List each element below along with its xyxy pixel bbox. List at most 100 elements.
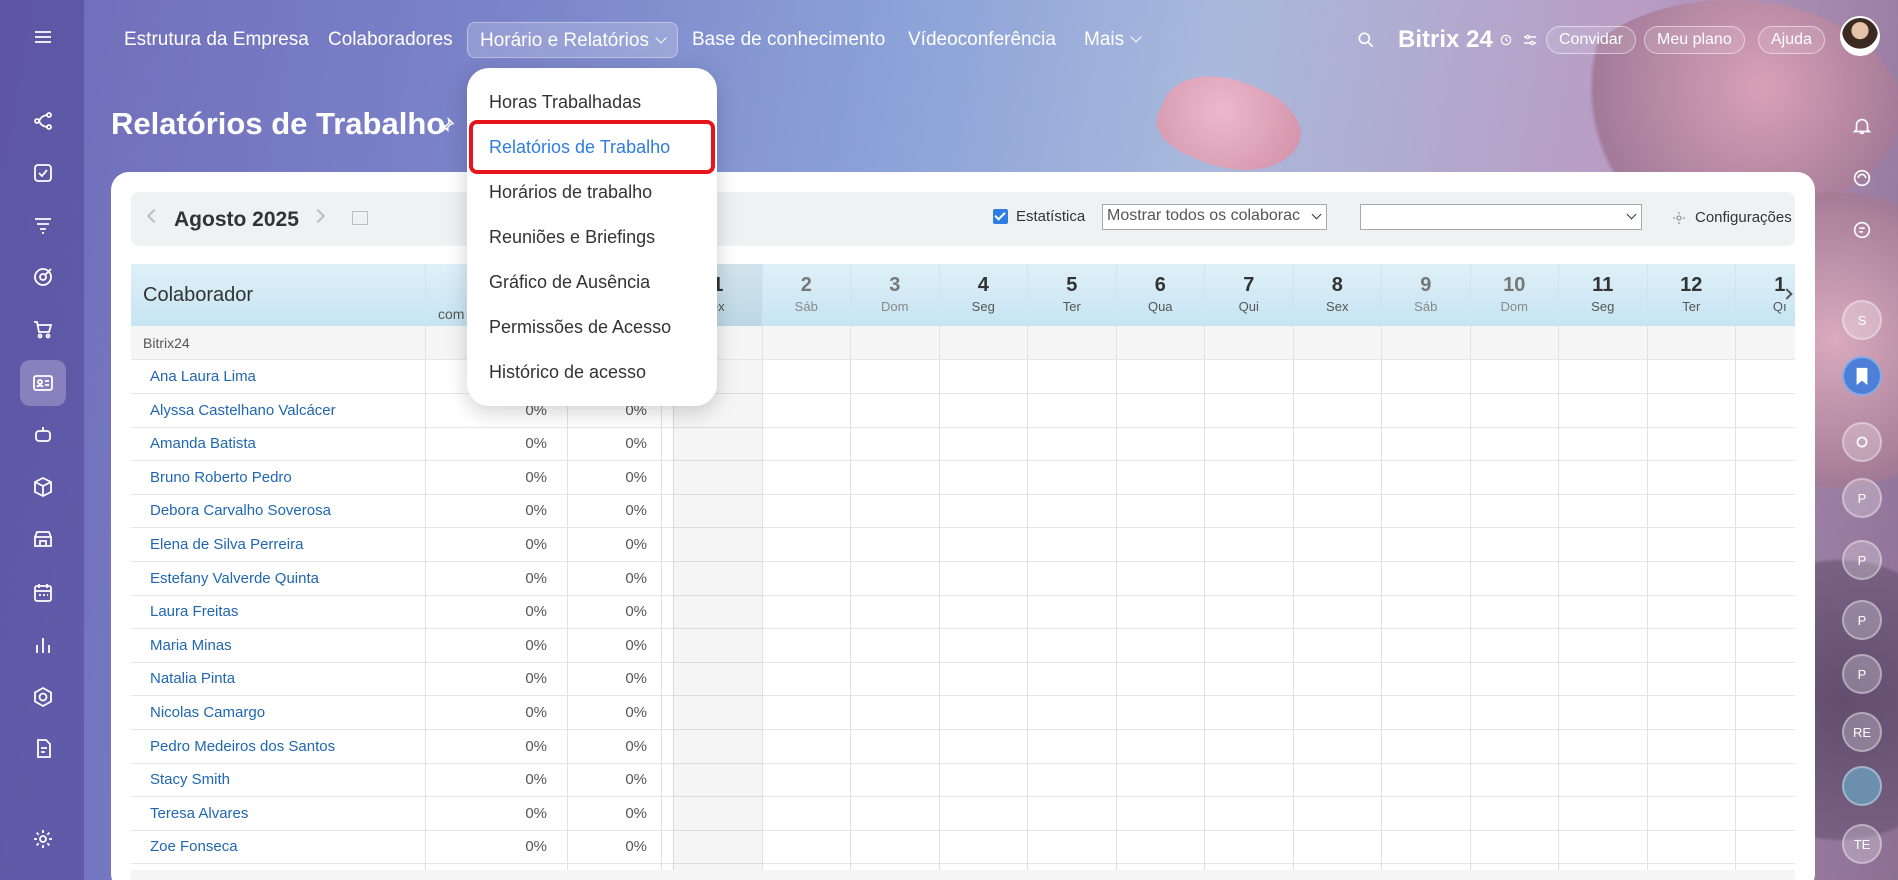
employee-name-link[interactable]: Nicolas Camargo — [150, 704, 265, 721]
stat-value: 0% — [525, 838, 547, 856]
analytics-icon[interactable] — [20, 622, 66, 668]
employee-name-link[interactable]: Bruno Roberto Pedro — [150, 469, 292, 486]
employees-card-icon[interactable] — [20, 360, 66, 406]
grid-line — [1027, 326, 1028, 870]
day-number: 10 — [1503, 274, 1526, 296]
menu-icon[interactable] — [20, 14, 66, 60]
sliders-icon[interactable] — [1521, 31, 1539, 49]
bookmark-icon[interactable] — [1842, 356, 1882, 396]
stat-value: 0% — [625, 838, 647, 856]
settings-gear-icon[interactable] — [20, 816, 66, 862]
employee-name-link[interactable]: Alyssa Castelhano Valcácer — [150, 402, 336, 419]
department-filter-select[interactable] — [1360, 204, 1642, 230]
contact-avatar[interactable]: P — [1842, 478, 1882, 518]
employee-name-link[interactable]: Ana Laura Lima — [150, 368, 256, 385]
menu-item-access-permissions[interactable]: Permissões de Acesso — [489, 317, 671, 338]
nav-time-reports[interactable]: Horário e Relatórios — [467, 22, 678, 58]
page-title: Relatórios de Trabalho — [111, 106, 446, 141]
chevron-down-icon — [1626, 209, 1637, 220]
contact-avatar[interactable]: P — [1842, 600, 1882, 640]
employee-name-link[interactable]: Elena de Silva Perreira — [150, 536, 303, 553]
copilot-icon[interactable] — [1842, 158, 1882, 198]
employee-name-link[interactable]: Laura Freitas — [150, 603, 238, 620]
employee-name-link[interactable]: Maria Minas — [150, 637, 232, 654]
menu-item-work-schedules[interactable]: Horários de trabalho — [489, 182, 652, 203]
day-column-header: 4 Seg — [938, 264, 1028, 326]
main-card: Agosto 2025 Estatística Mostrar todos os… — [111, 172, 1815, 880]
contact-avatar[interactable]: P — [1842, 540, 1882, 580]
hexagon-icon[interactable] — [20, 674, 66, 720]
invite-button[interactable]: Convidar — [1546, 26, 1637, 54]
nav-knowledge-base[interactable]: Base de conhecimento — [692, 22, 885, 58]
table-row: Alyssa Castelhano Valcácer 0% 0% — [131, 394, 1795, 428]
table-row: Natalia Pinta 0% 0% — [131, 662, 1795, 697]
employee-name-link[interactable]: Natalia Pinta — [150, 670, 235, 687]
nav-employees[interactable]: Colaboradores — [328, 22, 453, 58]
nav-company-structure[interactable]: Estrutura da Empresa — [124, 22, 309, 58]
contact-avatar[interactable]: TE — [1842, 824, 1882, 864]
day-column-header: 10 Dom — [1469, 264, 1559, 326]
employee-name-link[interactable]: Debora Carvalho Soverosa — [150, 502, 331, 519]
menu-item-meetings[interactable]: Reuniões e Briefings — [489, 227, 655, 248]
prev-month-icon[interactable] — [146, 208, 162, 224]
day-of-week: Sáb — [1414, 299, 1438, 314]
pin-icon[interactable] — [438, 116, 456, 134]
notifications-bell-icon[interactable] — [1842, 106, 1882, 146]
menu-item-work-reports[interactable]: Relatórios de Trabalho — [489, 137, 670, 158]
document-sign-icon[interactable] — [20, 726, 66, 772]
my-plan-button[interactable]: Meu plano — [1644, 26, 1745, 54]
employee-filter-select[interactable]: Mostrar todos os colaborac — [1102, 204, 1327, 230]
statistics-checkbox[interactable] — [993, 209, 1008, 224]
tasks-icon[interactable] — [20, 150, 66, 196]
time-reports-dropdown: Horas Trabalhadas Relatórios de Trabalho… — [467, 68, 717, 406]
statistics-toggle[interactable]: Estatística — [993, 208, 1085, 225]
day-of-week: Sáb — [794, 299, 818, 314]
grid-line — [1292, 326, 1294, 870]
day-number: 5 — [1066, 274, 1078, 296]
day-of-week: Ter — [1062, 299, 1081, 314]
grid-line — [761, 326, 763, 870]
target-icon[interactable] — [20, 254, 66, 300]
day-number: 11 — [1592, 274, 1614, 296]
grid-header: Colaborador com 1 ex 2 Sáb 3 Dom 4 Seg 5 Ter 6 Qua 7… — [131, 264, 1795, 326]
employee-name-link[interactable]: Zoe Fonseca — [150, 838, 238, 855]
employee-name-link[interactable]: Pedro Medeiros dos Santos — [150, 738, 335, 755]
calendar-picker-icon[interactable] — [352, 211, 368, 225]
box-icon[interactable] — [20, 464, 66, 510]
employee-name-link[interactable]: Teresa Alvares — [150, 805, 248, 822]
grid-line — [938, 326, 940, 870]
nav-videoconference[interactable]: Vídeoconferência — [908, 22, 1056, 58]
table-row: Maria Minas 0% 0% — [131, 629, 1795, 663]
day-column-header: 6 Qua — [1115, 264, 1205, 326]
crm-icon[interactable] — [20, 98, 66, 144]
stat-value: 0% — [625, 603, 647, 621]
funnel-icon[interactable] — [20, 202, 66, 248]
contact-avatar[interactable]: RE — [1842, 712, 1882, 752]
contact-avatar[interactable]: P — [1842, 654, 1882, 694]
gear-icon — [1673, 211, 1685, 224]
employee-name-link[interactable]: Stacy Smith — [150, 771, 230, 788]
employee-name-link[interactable]: Amanda Batista — [150, 435, 256, 452]
contact-photo-avatar[interactable] — [1842, 766, 1882, 806]
day-column-header: 11 Seg — [1558, 264, 1647, 326]
store-icon[interactable] — [20, 516, 66, 562]
settings-button[interactable]: Configurações — [1671, 209, 1792, 226]
next-month-icon[interactable] — [310, 208, 326, 224]
calendar-icon[interactable] — [20, 570, 66, 616]
robot-icon[interactable] — [20, 412, 66, 458]
menu-item-absence-chart[interactable]: Gráfico de Ausência — [489, 272, 650, 293]
contact-avatar[interactable]: S — [1842, 300, 1882, 340]
table-row: Estefany Valverde Quinta 0% 0% — [131, 562, 1795, 596]
search-icon[interactable] — [1356, 22, 1376, 58]
menu-item-worked-hours[interactable]: Horas Trabalhadas — [489, 92, 641, 113]
day-column-header: 8 Sex — [1292, 264, 1382, 326]
nav-more[interactable]: Mais — [1084, 22, 1142, 58]
group-chat-icon[interactable] — [1842, 422, 1882, 462]
employee-name-link[interactable]: Estefany Valverde Quinta — [150, 570, 319, 587]
help-button[interactable]: Ajuda — [1758, 26, 1825, 54]
chat-sync-icon[interactable] — [1842, 210, 1882, 250]
chevron-down-icon — [655, 32, 667, 44]
cart-icon[interactable] — [20, 306, 66, 352]
left-sidebar — [0, 0, 84, 880]
menu-item-access-history[interactable]: Histórico de acesso — [489, 362, 646, 383]
